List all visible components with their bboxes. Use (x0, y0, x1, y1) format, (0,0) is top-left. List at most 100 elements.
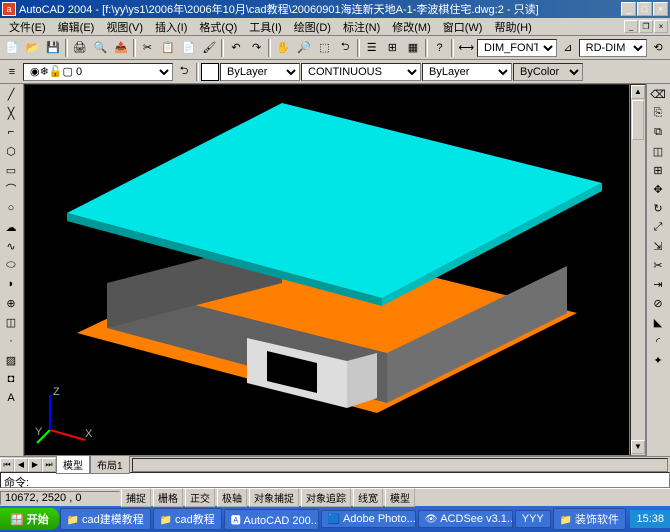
color-swatch[interactable] (201, 63, 219, 81)
pan-icon[interactable]: ✋ (273, 38, 293, 58)
vertical-scrollbar[interactable]: ▲ ▼ (630, 84, 646, 456)
trim-icon[interactable]: ✂ (648, 256, 668, 274)
revcloud-icon[interactable]: ☁ (1, 218, 21, 236)
menu-help[interactable]: 帮助(H) (488, 18, 537, 36)
zoom-prev-icon[interactable]: ⮌ (335, 38, 355, 58)
copy-icon[interactable]: 📋 (158, 38, 178, 58)
task-item[interactable]: 🅰 AutoCAD 200... (224, 509, 319, 530)
snap-toggle[interactable]: 捕捉 (121, 488, 151, 507)
undo-icon[interactable]: ↶ (226, 38, 246, 58)
hatch-icon[interactable]: ▨ (1, 351, 21, 369)
scale-icon[interactable]: ⤢ (648, 218, 668, 236)
explode-icon[interactable]: ✦ (648, 351, 668, 369)
dim-icon[interactable]: ⟷ (456, 38, 476, 58)
menu-modify[interactable]: 修改(M) (386, 18, 437, 36)
help-icon[interactable]: ? (430, 38, 450, 58)
open-icon[interactable]: 📂 (23, 38, 43, 58)
grid-toggle[interactable]: 栅格 (153, 488, 183, 507)
zoom-rt-icon[interactable]: 🔎 (294, 38, 314, 58)
dimstyle-combo[interactable]: RD-DIM (579, 39, 648, 57)
erase-icon[interactable]: ⌫ (648, 85, 668, 103)
lineweight-combo[interactable]: ByLayer (422, 63, 512, 81)
copy2-icon[interactable]: ⎘ (648, 104, 668, 122)
tab-last-icon[interactable]: ⏭ (42, 458, 56, 472)
arc-icon[interactable]: ⌒ (1, 180, 21, 198)
pline-icon[interactable]: ⌐ (1, 123, 21, 141)
preview-icon[interactable]: 🔍 (90, 38, 110, 58)
lwt-toggle[interactable]: 线宽 (353, 488, 383, 507)
scroll-up-icon[interactable]: ▲ (631, 85, 645, 99)
extend-icon[interactable]: ⇥ (648, 275, 668, 293)
line-icon[interactable]: ╱ (1, 85, 21, 103)
tp-icon[interactable]: ▦ (403, 38, 423, 58)
layer-mgr-icon[interactable]: ≡ (2, 62, 22, 82)
point-icon[interactable]: · (1, 332, 21, 350)
save-icon[interactable]: 💾 (43, 38, 63, 58)
menu-file[interactable]: 文件(E) (3, 18, 52, 36)
linetype-combo[interactable]: CONTINUOUS (301, 63, 421, 81)
system-tray[interactable]: 15:38 (630, 510, 670, 528)
menu-edit[interactable]: 编辑(E) (52, 18, 101, 36)
layout-tab[interactable]: 布局1 (90, 455, 130, 474)
task-item[interactable]: 📁 cad建模教程 (60, 508, 151, 530)
spline-icon[interactable]: ∿ (1, 237, 21, 255)
break-icon[interactable]: ⊘ (648, 294, 668, 312)
dc-icon[interactable]: ⊞ (383, 38, 403, 58)
menu-tools[interactable]: 工具(I) (243, 18, 287, 36)
layer-combo[interactable]: ◉❄🔓▢ 0 (23, 63, 173, 81)
offset-icon[interactable]: ◫ (648, 142, 668, 160)
doc-close[interactable]: × (654, 20, 668, 33)
redo-icon[interactable]: ↷ (247, 38, 267, 58)
dimup-icon[interactable]: ⟲ (648, 38, 668, 58)
menu-format[interactable]: 格式(Q) (193, 18, 243, 36)
osnap-toggle[interactable]: 对象捕捉 (249, 488, 299, 507)
menu-insert[interactable]: 插入(I) (149, 18, 193, 36)
paste-icon[interactable]: 📄 (179, 38, 199, 58)
scroll-down-icon[interactable]: ▼ (631, 440, 645, 454)
task-item[interactable]: 🟦 Adobe Photo... (321, 510, 416, 528)
array-icon[interactable]: ⊞ (648, 161, 668, 179)
publish-icon[interactable]: 📤 (111, 38, 131, 58)
stretch-icon[interactable]: ⇲ (648, 237, 668, 255)
ellarc-icon[interactable]: ◗ (1, 275, 21, 293)
close-button[interactable]: × (653, 2, 668, 16)
new-icon[interactable]: 📄 (2, 38, 22, 58)
model-viewport[interactable]: X Y Z (24, 84, 630, 456)
model-toggle[interactable]: 模型 (385, 488, 415, 507)
scroll-thumb[interactable] (632, 100, 644, 140)
hscroll-track[interactable] (132, 458, 668, 472)
tab-first-icon[interactable]: ⏮ (0, 458, 14, 472)
insert-icon[interactable]: ⊕ (1, 294, 21, 312)
menu-dim[interactable]: 标注(N) (337, 18, 386, 36)
match-icon[interactable]: 🖌 (200, 38, 220, 58)
move-icon[interactable]: ✥ (648, 180, 668, 198)
minimize-button[interactable]: _ (621, 2, 636, 16)
tab-prev-icon[interactable]: ◀ (14, 458, 28, 472)
start-button[interactable]: 🪟 开始 (0, 508, 59, 530)
command-line[interactable]: 命令: (0, 472, 670, 488)
circle-icon[interactable]: ○ (1, 199, 21, 217)
mirror-icon[interactable]: ⧉ (648, 123, 668, 141)
menu-window[interactable]: 窗口(W) (437, 18, 489, 36)
model-tab[interactable]: 模型 (56, 455, 90, 474)
otrack-toggle[interactable]: 对象追踪 (301, 488, 351, 507)
rect-icon[interactable]: ▭ (1, 161, 21, 179)
print-icon[interactable]: 🖨 (70, 38, 90, 58)
layer-prev-icon[interactable]: ⮌ (174, 62, 194, 82)
block-icon[interactable]: ◫ (1, 313, 21, 331)
menu-draw[interactable]: 绘图(D) (288, 18, 337, 36)
menu-view[interactable]: 视图(V) (100, 18, 149, 36)
maximize-button[interactable]: □ (637, 2, 652, 16)
ellipse-icon[interactable]: ⬭ (1, 256, 21, 274)
tab-next-icon[interactable]: ▶ (28, 458, 42, 472)
zoom-win-icon[interactable]: ⬚ (315, 38, 335, 58)
textstyle-combo[interactable]: DIM_FONT (477, 39, 557, 57)
polygon-icon[interactable]: ⬡ (1, 142, 21, 160)
rotate-icon[interactable]: ↻ (648, 199, 668, 217)
polar-toggle[interactable]: 极轴 (217, 488, 247, 507)
task-item[interactable]: YYY (515, 510, 551, 528)
chamfer-icon[interactable]: ◣ (648, 313, 668, 331)
ortho-toggle[interactable]: 正交 (185, 488, 215, 507)
task-item[interactable]: 📁 cad教程 (153, 508, 222, 530)
xline-icon[interactable]: ╳ (1, 104, 21, 122)
